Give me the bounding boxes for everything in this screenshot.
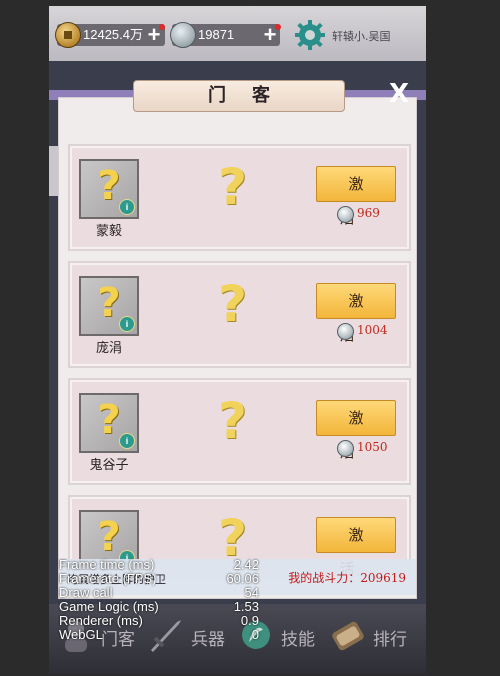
debug-value: 1.53	[233, 599, 259, 614]
debug-row: WebGL 0	[59, 628, 269, 642]
nav-label: 技能	[281, 630, 315, 650]
settings-gear-icon[interactable]	[295, 20, 325, 50]
locked-question-icon: ?	[218, 158, 248, 216]
cost-value: 969	[357, 206, 380, 220]
gold-coin-icon	[55, 22, 81, 48]
debug-value: 54	[244, 585, 259, 600]
retainer-name: 鬼谷子	[89, 458, 129, 473]
retainer-portrait[interactable]: ? i	[79, 276, 139, 336]
info-icon[interactable]: i	[119, 199, 135, 215]
jade-currency-icon	[170, 22, 196, 48]
activate-button[interactable]: 激活	[316, 400, 396, 461]
debug-row: Framerate (FPS) 60.06	[59, 572, 269, 586]
jade-currency-icon	[337, 323, 354, 340]
jade-currency-icon	[337, 206, 354, 223]
debug-label: Frame time (ms)	[59, 557, 155, 572]
debug-label: WebGL	[59, 627, 103, 642]
retainer-list[interactable]: ? i 蒙毅 ? 激活 969 ? i 庞涓 ? 激活 1004 ? i 鬼谷子…	[59, 108, 416, 578]
retainer-name: 蒙毅	[95, 224, 122, 239]
locked-question-icon: ?	[218, 275, 248, 333]
debug-value: 60.06	[226, 571, 259, 586]
activate-button[interactable]: 激活	[316, 283, 396, 344]
jade-amount: 19871	[198, 27, 235, 42]
retainer-name: 庞涓	[95, 341, 122, 356]
debug-stats-overlay: Frame time (ms) 2.42 Framerate (FPS) 60.…	[59, 558, 269, 642]
notification-dot-icon	[159, 24, 165, 30]
debug-value: 0.9	[240, 613, 259, 628]
retainer-portrait[interactable]: ? i	[79, 159, 139, 219]
cost-value: 1050	[357, 440, 388, 454]
ranking-icon	[332, 621, 364, 651]
debug-value: 0	[251, 627, 259, 642]
debug-label: Game Logic (ms)	[59, 599, 159, 614]
top-status-bar: 12425.4万 + 19871 + 轩辕小.吴国	[49, 6, 426, 61]
debug-label: Draw call	[59, 585, 113, 600]
debug-label: Renderer (ms)	[59, 613, 143, 628]
debug-label: Framerate (FPS)	[59, 571, 157, 586]
nav-label: 排行	[373, 630, 407, 650]
nav-ranking-tab[interactable]: 排行	[329, 616, 419, 656]
notification-dot-icon	[275, 24, 281, 30]
debug-row: Renderer (ms) 0.9	[59, 614, 269, 628]
jade-currency-icon	[337, 440, 354, 457]
debug-row: Game Logic (ms) 1.53	[59, 600, 269, 614]
debug-row: Draw call 54	[59, 586, 269, 600]
locked-question-icon: ?	[218, 392, 248, 450]
info-icon[interactable]: i	[119, 316, 135, 332]
gold-amount: 12425.4万	[83, 27, 143, 42]
debug-value: 2.42	[233, 557, 259, 572]
combat-power-label: 我的战斗力：209619	[288, 571, 406, 585]
info-icon[interactable]: i	[119, 433, 135, 449]
activate-button[interactable]: 激活	[316, 166, 396, 227]
retainer-card: ? i 庞涓 ? 激活 1004	[68, 261, 411, 368]
retainer-card: ? i 鬼谷子 ? 激活 1050	[68, 378, 411, 485]
cost-value: 1004	[357, 323, 388, 337]
debug-row: Frame time (ms) 2.42	[59, 558, 269, 572]
retainer-card: ? i 蒙毅 ? 激活 969	[68, 144, 411, 251]
username-label: 轩辕小.吴国	[332, 30, 391, 43]
dialog-title: 门客	[208, 85, 296, 106]
close-button[interactable]: X	[385, 80, 413, 108]
activate-button[interactable]: 激活	[316, 517, 396, 578]
retainer-portrait[interactable]: ? i	[79, 393, 139, 453]
